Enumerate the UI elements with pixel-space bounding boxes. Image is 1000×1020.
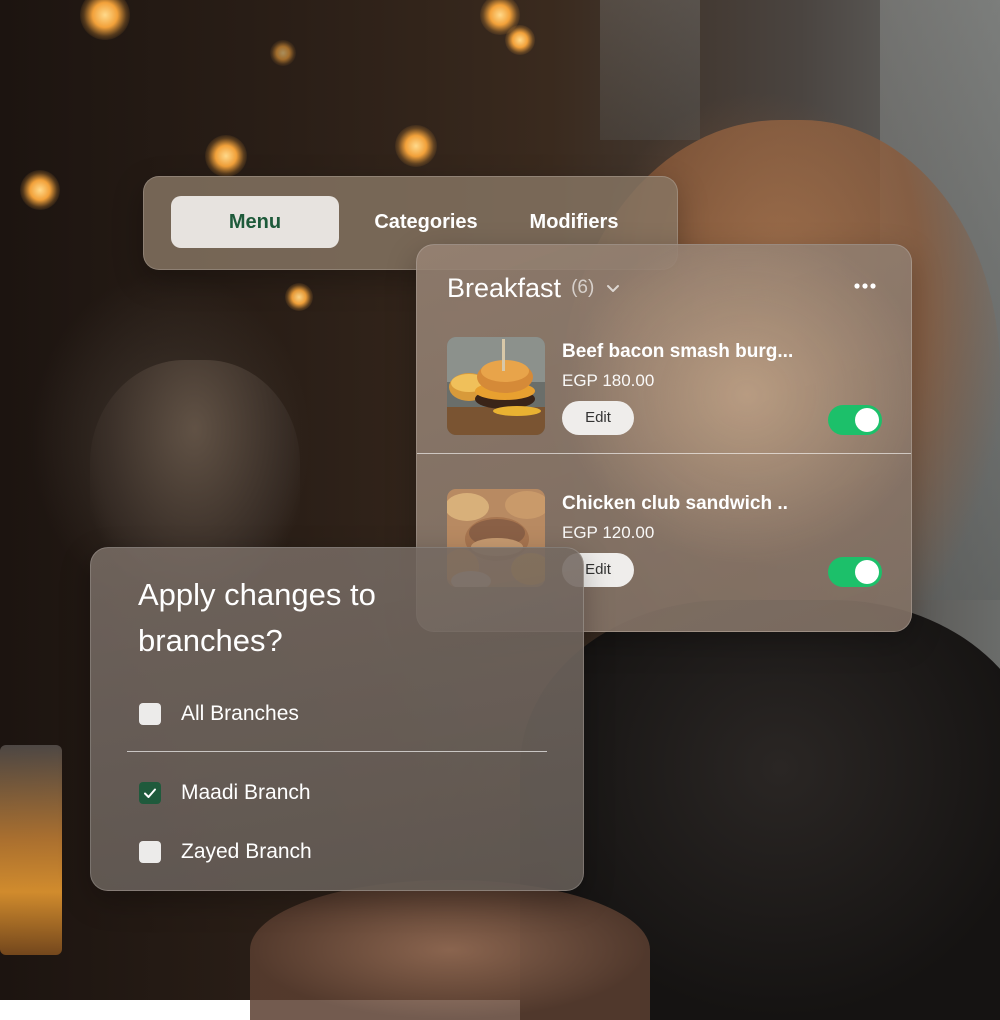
- list-item: Beef bacon smash burg... EGP 180.00 Edit: [417, 331, 911, 481]
- edit-button[interactable]: Edit: [562, 401, 634, 435]
- chevron-down-icon[interactable]: [604, 279, 622, 297]
- dialog-title-line1: Apply changes to: [138, 577, 376, 612]
- branch-option-zayed[interactable]: Zayed Branch: [139, 839, 312, 865]
- checkbox-checked[interactable]: [139, 782, 161, 804]
- checkbox[interactable]: [139, 841, 161, 863]
- branch-option-label: Zayed Branch: [181, 840, 312, 863]
- branch-option-maadi[interactable]: Maadi Branch: [139, 780, 311, 806]
- category-title: Breakfast: [447, 272, 562, 303]
- option-divider: [127, 751, 547, 752]
- category-header[interactable]: Breakfast (6): [447, 271, 622, 305]
- availability-toggle[interactable]: [828, 405, 882, 435]
- tab-modifiers[interactable]: Modifiers: [514, 196, 634, 248]
- more-options-icon[interactable]: [853, 279, 877, 293]
- checkbox[interactable]: [139, 703, 161, 725]
- apply-branches-dialog: Apply changes to branches? All Branches …: [90, 547, 584, 891]
- tab-categories[interactable]: Categories: [356, 196, 496, 248]
- branch-option-label: All Branches: [181, 702, 299, 725]
- tab-menu[interactable]: Menu: [171, 196, 339, 248]
- dialog-title: Apply changes to branches?: [138, 572, 438, 664]
- item-name: Chicken club sandwich ..: [562, 493, 788, 514]
- toggle-knob: [855, 560, 879, 584]
- availability-toggle[interactable]: [828, 557, 882, 587]
- checkmark-icon: [144, 788, 156, 798]
- burger-photo: [447, 337, 545, 435]
- dialog-title-line2: branches?: [138, 623, 283, 658]
- branch-option-all[interactable]: All Branches: [139, 701, 299, 727]
- branch-option-label: Maadi Branch: [181, 781, 311, 804]
- category-count: (6): [571, 277, 595, 298]
- toggle-knob: [855, 408, 879, 432]
- item-price: EGP 180.00: [562, 371, 655, 390]
- item-name: Beef bacon smash burg...: [562, 341, 794, 362]
- item-price: EGP 120.00: [562, 523, 655, 542]
- item-divider: [417, 453, 911, 454]
